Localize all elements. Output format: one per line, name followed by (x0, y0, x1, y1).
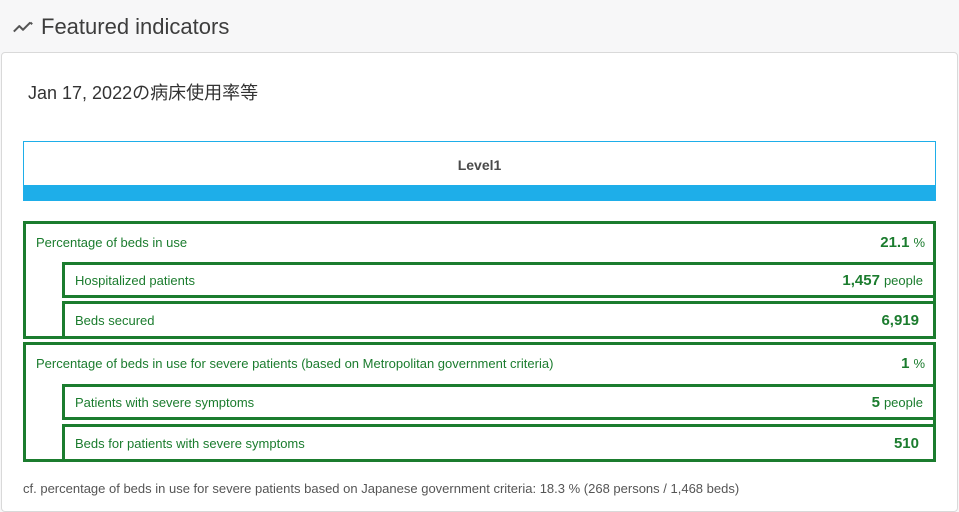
severe-beds-group: Percentage of beds in use for severe pat… (23, 342, 936, 462)
severe-patients-label: Patients with severe symptoms (75, 394, 255, 410)
beds-in-use-unit: % (913, 234, 925, 250)
section-header: Featured indicators (12, 12, 229, 42)
level-bar (24, 185, 935, 200)
hospitalized-patients-value: 1,457 (842, 271, 880, 289)
level-indicator: Level1 (23, 141, 936, 201)
beds-in-use-row: Percentage of beds in use 21.1 % (36, 232, 925, 252)
section-title: Featured indicators (41, 14, 230, 39)
severe-patients-unit: people (883, 394, 923, 410)
hospitalized-patients-row: Hospitalized patients 1,457 people (62, 262, 936, 298)
beds-secured-row: Beds secured 6,919 (62, 301, 936, 339)
severe-beds-row: Percentage of beds in use for severe pat… (36, 353, 925, 373)
level-label: Level1 (457, 157, 502, 173)
beds-secured-value: 6,919 (881, 311, 919, 329)
severe-patients-row: Patients with severe symptoms 5 people (62, 384, 936, 420)
card-subtitle: Jan 17, 2022の病床使用率等 (28, 83, 259, 103)
severe-beds-value: 1 (901, 354, 910, 372)
severe-beds-count-value: 510 (893, 434, 919, 452)
severe-patients-value: 5 (871, 393, 880, 411)
beds-in-use-label: Percentage of beds in use (36, 234, 188, 250)
beds-secured-label: Beds secured (75, 312, 155, 328)
severe-beds-unit: % (913, 355, 925, 371)
hospitalized-patients-label: Hospitalized patients (75, 272, 195, 288)
beds-in-use-group: Percentage of beds in use 21.1 % Hospita… (23, 221, 936, 339)
hospitalized-patients-unit: people (883, 272, 923, 288)
trend-line-icon (13, 21, 33, 33)
severe-beds-count-row: Beds for patients with severe symptoms 5… (62, 424, 936, 462)
beds-in-use-value: 21.1 (880, 233, 910, 251)
footnote: cf. percentage of beds in use for severe… (23, 481, 740, 496)
severe-beds-label: Percentage of beds in use for severe pat… (36, 355, 554, 371)
severe-beds-count-label: Beds for patients with severe symptoms (75, 435, 305, 451)
